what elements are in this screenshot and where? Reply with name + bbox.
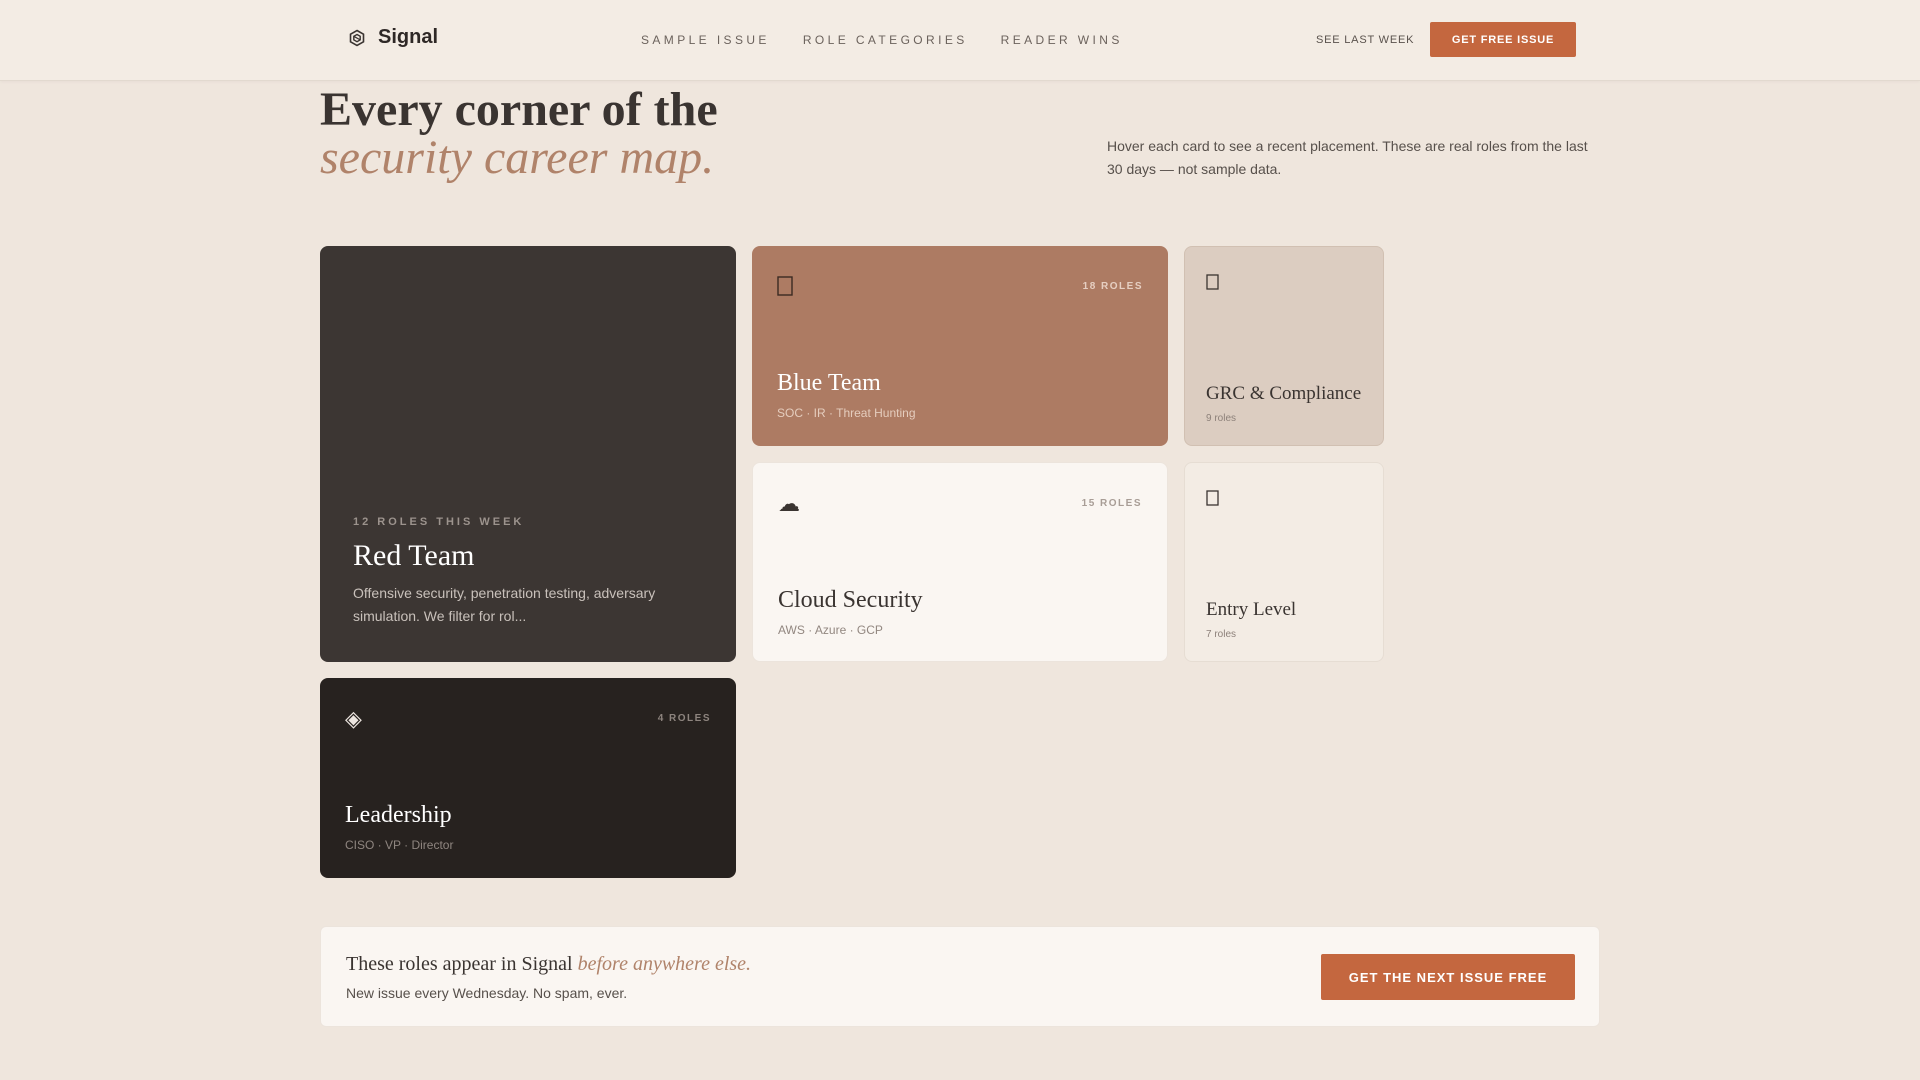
- nav-role-categories[interactable]: ROLE CATEGORIES: [803, 33, 968, 47]
- card-role-count: 15 ROLES: [1081, 498, 1142, 509]
- card-red-team[interactable]: 12 ROLES THIS WEEK Red Team Offensive se…: [320, 246, 736, 662]
- card-title: Cloud Security: [778, 587, 923, 613]
- document-icon: [1206, 273, 1219, 295]
- hero-description: Hover each card to see a recent placemen…: [1107, 138, 1588, 177]
- cta-subtitle: New issue every Wednesday. No spam, ever…: [346, 985, 628, 1001]
- card-blue-team[interactable]: 18 ROLES Blue Team SOC · IR · Threat Hun…: [752, 246, 1168, 446]
- card-subtitle: 9 roles: [1206, 413, 1237, 424]
- brand-logo[interactable]: Signal: [348, 26, 438, 49]
- card-title: GRC & Compliance: [1206, 383, 1362, 404]
- card-leadership[interactable]: ◈ 4 ROLES Leadership CISO · VP · Directo…: [320, 678, 736, 878]
- cta-title: These roles appear in Signal before anyw…: [346, 953, 751, 976]
- card-title: Blue Team: [777, 370, 881, 396]
- card-grc-compliance[interactable]: GRC & Compliance 9 roles: [1184, 246, 1384, 446]
- site-header: Signal SAMPLE ISSUE ROLE CATEGORIES READ…: [0, 0, 1920, 81]
- card-subtitle: 7 roles: [1206, 629, 1237, 640]
- card-title: Leadership: [345, 802, 452, 828]
- newsletter-cta-banner: These roles appear in Signal before anyw…: [320, 926, 1600, 1027]
- nav-sample-issue[interactable]: SAMPLE ISSUE: [641, 33, 770, 47]
- card-subtitle: CISO · VP · Director: [345, 838, 454, 852]
- brand-name: Signal: [378, 26, 439, 48]
- card-description: Offensive security, penetration testing,…: [353, 585, 656, 624]
- card-cloud-security[interactable]: ☁ 15 ROLES Cloud Security AWS · Azure · …: [752, 462, 1168, 662]
- card-eyebrow: 12 ROLES THIS WEEK: [353, 516, 525, 528]
- get-free-issue-button[interactable]: GET FREE ISSUE: [1430, 22, 1576, 57]
- get-next-issue-button[interactable]: GET THE NEXT ISSUE FREE: [1321, 954, 1575, 1000]
- card-title: Red Team: [353, 539, 475, 572]
- cta-title-accent: before anywhere else.: [577, 953, 752, 975]
- card-role-count: 18 ROLES: [1082, 281, 1143, 292]
- nav-reader-wins[interactable]: READER WINS: [1001, 33, 1123, 47]
- hero-title-line2: security career map.: [320, 131, 715, 184]
- hexagon-logo-icon: [348, 29, 366, 47]
- card-entry-level[interactable]: Entry Level 7 roles: [1184, 462, 1384, 662]
- cloud-icon: ☁: [778, 491, 800, 516]
- card-subtitle: SOC · IR · Threat Hunting: [777, 406, 916, 420]
- card-role-count: 4 ROLES: [657, 713, 711, 724]
- diamond-icon: ◈: [345, 706, 362, 731]
- card-subtitle: AWS · Azure · GCP: [778, 623, 883, 637]
- shield-icon: [777, 276, 793, 301]
- seedling-icon: [1206, 489, 1219, 511]
- see-last-week-link[interactable]: SEE LAST WEEK: [1316, 34, 1414, 46]
- card-title: Entry Level: [1206, 599, 1297, 620]
- cta-title-prefix: These roles appear in Signal: [346, 953, 578, 975]
- main-nav: SAMPLE ISSUE ROLE CATEGORIES READER WINS: [641, 33, 1123, 47]
